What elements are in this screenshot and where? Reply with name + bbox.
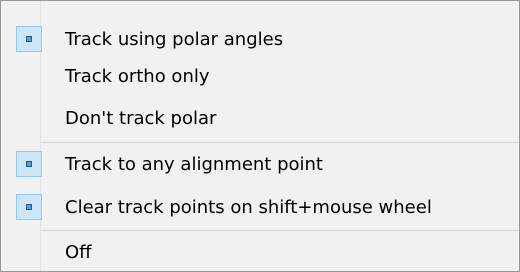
menu-separator — [41, 230, 519, 231]
menu-item-clear-track-points[interactable]: Clear track points on shift+mouse wheel — [1, 188, 519, 226]
context-menu: Track using polar angles Track ortho onl… — [0, 0, 520, 272]
menu-item-dont-track-polar[interactable]: Don't track polar — [1, 99, 519, 137]
menu-item-label: Track to any alignment point — [65, 153, 323, 175]
checked-indicator-icon — [16, 194, 42, 220]
menu-separator — [41, 142, 519, 143]
menu-item-label: Track ortho only — [65, 65, 210, 87]
checked-indicator-icon — [16, 151, 42, 177]
menu-item-label: Clear track points on shift+mouse wheel — [65, 196, 432, 218]
checked-indicator-icon — [16, 26, 42, 52]
menu-item-label: Track using polar angles — [65, 28, 284, 50]
menu-item-track-polar-angles[interactable]: Track using polar angles — [1, 20, 519, 58]
menu-item-track-alignment-point[interactable]: Track to any alignment point — [1, 145, 519, 183]
menu-item-track-ortho-only[interactable]: Track ortho only — [1, 57, 519, 95]
menu-item-label: Off — [65, 241, 92, 263]
menu-item-label: Don't track polar — [65, 107, 217, 129]
menu-item-off[interactable]: Off — [1, 233, 519, 271]
